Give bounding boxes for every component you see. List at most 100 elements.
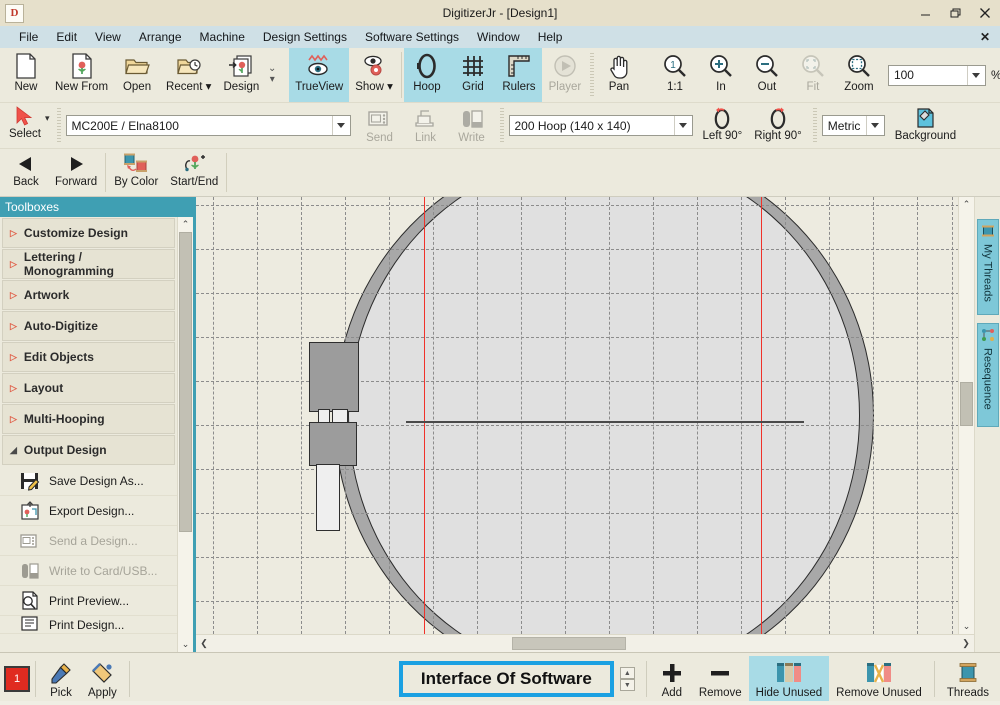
canvas-vertical-scrollbar[interactable]: ⌃ ⌄ xyxy=(958,197,974,634)
hide-unused-button[interactable]: Hide Unused xyxy=(748,656,830,702)
menu-item-machine[interactable]: Machine xyxy=(191,26,254,48)
rulers-button[interactable]: Rulers xyxy=(495,48,542,102)
toolbox-scroll-thumb[interactable] xyxy=(179,232,192,532)
background-button[interactable]: Background xyxy=(889,103,962,148)
new-from-button[interactable]: New From xyxy=(49,48,114,102)
pan-button[interactable]: Pan xyxy=(596,48,642,102)
menu-item-arrange[interactable]: Arrange xyxy=(130,26,191,48)
scroll-up-icon[interactable]: ⌃ xyxy=(178,217,193,232)
toolbox-command-write-to-card-usb[interactable]: Write to Card/USB... xyxy=(0,556,177,586)
minimize-icon[interactable] xyxy=(910,0,940,26)
toolbox-group-auto-digitize[interactable]: ▷ Auto-Digitize xyxy=(2,311,175,341)
restore-icon[interactable] xyxy=(940,0,970,26)
canvas-horizontal-scrollbar[interactable]: ❮ ❯ xyxy=(196,634,974,652)
chevron-down-icon[interactable] xyxy=(966,65,985,85)
select-tool-button[interactable]: Select xyxy=(3,103,47,148)
pick-color-button[interactable]: Pick xyxy=(41,656,81,702)
stepper-up-icon[interactable]: ▲ xyxy=(619,667,635,679)
hoop-icon xyxy=(416,52,438,80)
toolbox-command-export-design[interactable]: Export Design... xyxy=(0,496,177,526)
zoom-out-button[interactable]: Out xyxy=(744,48,790,102)
stepper-down-icon[interactable]: ▼ xyxy=(619,679,635,691)
scroll-right-icon[interactable]: ❯ xyxy=(958,635,974,652)
chevron-down-icon[interactable] xyxy=(865,116,884,135)
units-select-combo[interactable]: Metric xyxy=(821,115,885,136)
plus-icon xyxy=(660,660,684,686)
close-document-icon[interactable]: ✕ xyxy=(980,26,990,48)
dock-tab-resequence[interactable]: Resequence xyxy=(976,323,999,427)
menu-item-design-settings[interactable]: Design Settings xyxy=(254,26,356,48)
dock-tab-my-threads[interactable]: My Threads xyxy=(976,219,999,315)
scroll-left-icon[interactable]: ❮ xyxy=(196,635,212,652)
back-button-label: Back xyxy=(13,176,39,188)
toolbox-command-send-a-design[interactable]: Send a Design... xyxy=(0,526,177,556)
toolbox-scroll-track[interactable] xyxy=(178,232,193,637)
toolbox-group-customize-design[interactable]: ▷ Customize Design xyxy=(2,218,175,248)
canvas-hscroll-track[interactable] xyxy=(212,635,958,652)
toolbox-group-layout[interactable]: ▷ Layout xyxy=(2,373,175,403)
zoom-box-button[interactable]: Zoom xyxy=(836,48,882,102)
back-button[interactable]: Back xyxy=(3,149,49,196)
current-color-swatch[interactable]: 1 xyxy=(4,666,30,692)
ribbon-overflow-group[interactable]: ⌄ ▾ xyxy=(265,60,279,90)
rotate-right-button[interactable]: Right 90° xyxy=(748,103,807,148)
show-button[interactable]: Show ▾ xyxy=(349,48,399,102)
start-end-button[interactable]: Start/End xyxy=(164,149,224,196)
forward-button[interactable]: Forward xyxy=(49,149,103,196)
menu-item-software-settings[interactable]: Software Settings xyxy=(356,26,468,48)
canvas-vscroll-track[interactable] xyxy=(959,212,974,619)
menu-item-window[interactable]: Window xyxy=(468,26,529,48)
rotate-left-button[interactable]: Left 90° xyxy=(697,103,749,148)
canvas-vscroll-thumb[interactable] xyxy=(960,382,973,426)
scroll-up-icon[interactable]: ⌃ xyxy=(959,197,974,212)
new-button[interactable]: New xyxy=(3,48,49,102)
trueview-button[interactable]: TrueView xyxy=(289,48,350,102)
player-button[interactable]: Player xyxy=(542,48,588,102)
menu-item-view[interactable]: View xyxy=(86,26,130,48)
write-button[interactable]: Write xyxy=(449,103,495,148)
zoom-actual-button[interactable]: 1 1:1 xyxy=(652,48,698,102)
toolbox-group-output-design[interactable]: ◢ Output Design xyxy=(2,435,175,465)
canvas-hscroll-thumb[interactable] xyxy=(512,637,626,650)
threads-button[interactable]: Threads xyxy=(940,656,996,702)
ribbon-group-stitchnav: Back Forward By Color Start/End xyxy=(0,149,232,196)
grid-button[interactable]: Grid xyxy=(449,48,496,102)
by-color-button[interactable]: By Color xyxy=(108,149,164,196)
toolbox-command-print-preview[interactable]: Print Preview... xyxy=(0,586,177,616)
thread-count-stepper[interactable]: ▲ ▼ xyxy=(619,667,635,691)
link-button[interactable]: Link xyxy=(403,103,449,148)
chevron-down-icon[interactable] xyxy=(331,116,350,135)
close-icon[interactable] xyxy=(970,0,1000,26)
scroll-down-icon[interactable]: ⌄ xyxy=(178,637,193,652)
toolbox-command-label: Save Design As... xyxy=(49,473,144,488)
toolbox-group-edit-objects[interactable]: ▷ Edit Objects xyxy=(2,342,175,372)
hoop-button[interactable]: Hoop xyxy=(403,48,450,102)
design-canvas[interactable]: ⌃ ⌄ xyxy=(196,197,974,634)
zoom-in-button[interactable]: In xyxy=(698,48,744,102)
menu-item-file[interactable]: File xyxy=(10,26,47,48)
paint-apply-icon xyxy=(90,660,114,686)
remove-unused-button[interactable]: Remove Unused xyxy=(829,656,929,702)
toolbox-group-multi-hooping[interactable]: ▷ Multi-Hooping xyxy=(2,404,175,434)
chevron-down-icon[interactable]: ▾ xyxy=(45,113,50,124)
menu-item-edit[interactable]: Edit xyxy=(47,26,86,48)
machine-select-combo[interactable]: MC200E / Elna8100 xyxy=(65,115,351,136)
zoom-fit-button[interactable]: Fit xyxy=(790,48,836,102)
send-button[interactable]: Send xyxy=(357,103,403,148)
zoom-level-combo[interactable]: 100 xyxy=(887,64,986,86)
recent-button[interactable]: Recent ▾ xyxy=(160,48,217,102)
apply-color-button[interactable]: Apply xyxy=(81,656,124,702)
menu-item-help[interactable]: Help xyxy=(529,26,572,48)
scroll-down-icon[interactable]: ⌄ xyxy=(959,619,974,634)
add-thread-button[interactable]: Add xyxy=(652,656,692,702)
toolbox-command-print-design[interactable]: Print Design... xyxy=(0,616,177,634)
hoop-select-combo[interactable]: 200 Hoop (140 x 140) xyxy=(508,115,693,136)
toolbox-group-artwork[interactable]: ▷ Artwork xyxy=(2,280,175,310)
toolbox-group-lettering-monogramming[interactable]: ▷ Lettering / Monogramming xyxy=(2,249,175,279)
remove-thread-button[interactable]: Remove xyxy=(692,656,749,702)
chevron-down-icon[interactable] xyxy=(673,116,692,135)
toolbox-command-save-design-as[interactable]: Save Design As... xyxy=(0,466,177,496)
open-button[interactable]: Open xyxy=(114,48,160,102)
design-button[interactable]: Design xyxy=(217,48,265,102)
toolbox-scrollbar[interactable]: ⌃ ⌄ xyxy=(177,217,193,652)
